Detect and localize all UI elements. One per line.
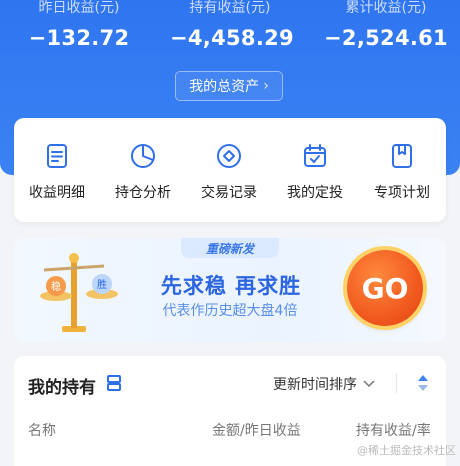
quick-menu-card: 收益明细 持仓分析 交易记录 我的定投 专项计划 — [14, 118, 446, 222]
scale-right-label: 胜 — [97, 279, 107, 291]
holdings-title: 我的持有 — [28, 378, 96, 398]
column-header-name: 名称 — [28, 423, 56, 439]
diamond-circle-icon — [217, 144, 241, 168]
balance-scale-icon: 稳 胜 — [40, 253, 118, 332]
menu-item-label: 持仓分析 — [115, 185, 171, 201]
stat-value: −2,524.61 — [324, 26, 448, 50]
sort-dropdown[interactable]: 更新时间排序 — [273, 374, 375, 394]
chevron-down-icon — [363, 380, 375, 388]
menu-item-label: 专项计划 — [374, 185, 430, 201]
banner-tag: 重磅新发 — [181, 238, 279, 258]
stat-label: 持有收益(元) — [189, 0, 271, 16]
menu-item-my-investment-plan[interactable]: 我的定投 — [272, 142, 358, 202]
menu-item-position-analysis[interactable]: 持仓分析 — [100, 142, 186, 202]
stats-row: 昨日收益(元) −132.72 持有收益(元) −4,458.29 累计收益(元… — [0, 0, 460, 60]
calendar-check-icon — [304, 144, 326, 167]
menu-item-trade-records[interactable]: 交易记录 — [186, 142, 272, 202]
menu-item-label: 收益明细 — [29, 185, 85, 201]
menu-item-label: 交易记录 — [201, 185, 257, 201]
menu-item-special-plan[interactable]: 专项计划 — [359, 142, 445, 202]
menu-item-income-detail[interactable]: 收益明细 — [14, 142, 100, 202]
document-list-icon — [47, 144, 67, 168]
stat-label: 累计收益(元) — [345, 0, 427, 16]
promo-banner[interactable]: 重磅新发 稳 胜 先求稳 再求胜 代表作历史超大盘4倍 GO — [14, 238, 446, 342]
scale-left-label: 稳 — [51, 280, 61, 293]
banner-title: 先求稳 再求胜 — [160, 274, 302, 298]
go-button[interactable]: GO — [347, 250, 423, 326]
total-assets-label: 我的总资产 — [189, 79, 260, 95]
sort-label: 更新时间排序 — [273, 377, 357, 393]
watermark: @稀土掘金技术社区 — [357, 444, 456, 457]
divider — [396, 373, 397, 393]
total-assets-button[interactable]: 我的总资产 › — [175, 71, 283, 101]
stat-label: 昨日收益(元) — [38, 0, 120, 16]
sort-order-icon[interactable] — [416, 373, 430, 393]
stat-holding: 持有收益(元) −4,458.29 — [170, 0, 294, 50]
banner-subtitle: 代表作历史超大盘4倍 — [162, 303, 298, 319]
stat-cumulative: 累计收益(元) −2,524.61 — [322, 0, 450, 50]
stat-yesterday: 昨日收益(元) −132.72 — [20, 0, 138, 50]
view-switch-icon[interactable] — [106, 374, 122, 392]
chevron-right-icon: › — [263, 78, 269, 94]
column-header-return: 持有收益/率 — [356, 423, 431, 439]
stat-value: −4,458.29 — [170, 26, 294, 50]
menu-item-label: 我的定投 — [287, 185, 343, 201]
stat-value: −132.72 — [28, 26, 130, 50]
bookmark-icon — [392, 144, 412, 168]
pie-chart-icon — [131, 144, 155, 168]
column-header-amount: 金额/昨日收益 — [212, 423, 301, 439]
